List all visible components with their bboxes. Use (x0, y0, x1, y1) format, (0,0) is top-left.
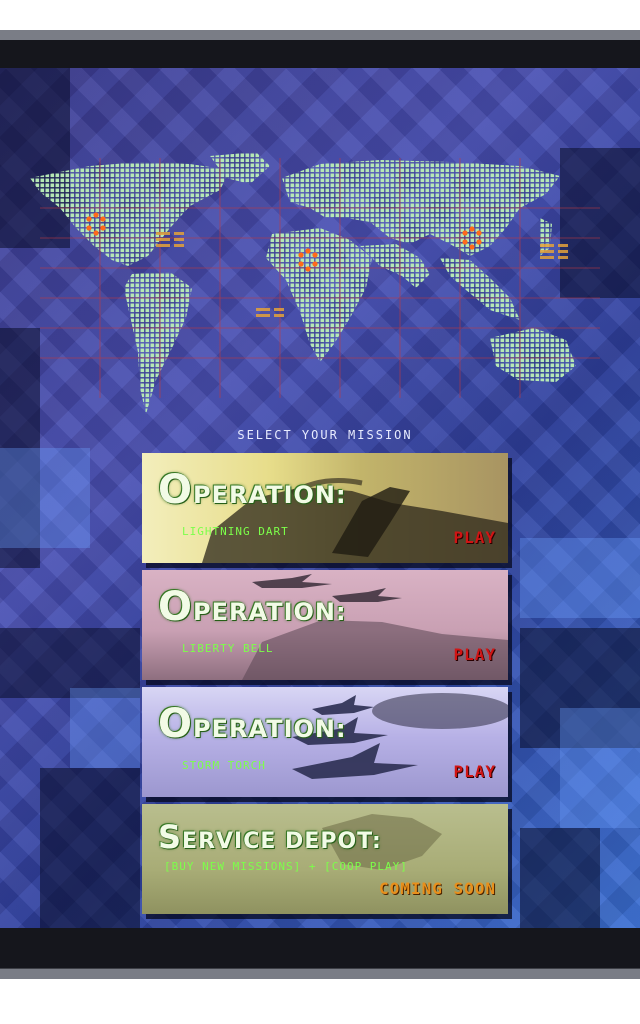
mission-title: OPERATION: (158, 701, 347, 747)
continents (30, 152, 576, 414)
southeast-asia (440, 258, 520, 320)
mission-title: OPERATION: (158, 584, 347, 630)
mission-name: STORM TORCH (182, 759, 266, 772)
play-button[interactable]: PLAY (453, 645, 496, 664)
mission-card-liberty-bell[interactable]: OPERATION: LIBERTY BELL PLAY (142, 570, 508, 680)
africa (266, 228, 372, 362)
arabia-india (360, 244, 430, 288)
service-depot-subtitle: [BUY NEW MISSIONS] + [COOP PLAY] (164, 860, 408, 873)
mission-card-lightning-dart[interactable]: OPERATION: LIGHTNING DART PLAY (142, 453, 508, 563)
service-depot-card[interactable]: SERVICE DEPOT: [BUY NEW MISSIONS] + [COO… (142, 804, 508, 914)
australia (490, 328, 576, 382)
world-map (20, 148, 600, 428)
south-america (124, 272, 192, 414)
bottom-frame-edge (0, 968, 640, 979)
mission-title: OPERATION: (158, 467, 347, 513)
select-mission-heading: SELECT YOUR MISSION (237, 428, 413, 442)
play-button[interactable]: PLAY (453, 528, 496, 547)
service-depot-title: SERVICE DEPOT: (158, 818, 382, 856)
mission-name: LIGHTNING DART (182, 525, 289, 538)
north-america (30, 162, 230, 266)
bottom-frame-bar (0, 928, 640, 968)
top-frame-bar (0, 40, 640, 68)
play-button[interactable]: PLAY (453, 762, 496, 781)
mission-card-storm-torch[interactable]: OPERATION: STORM TORCH PLAY (142, 687, 508, 797)
coming-soon-label: COMING SOON (379, 879, 496, 898)
mission-name: LIBERTY BELL (182, 642, 274, 655)
